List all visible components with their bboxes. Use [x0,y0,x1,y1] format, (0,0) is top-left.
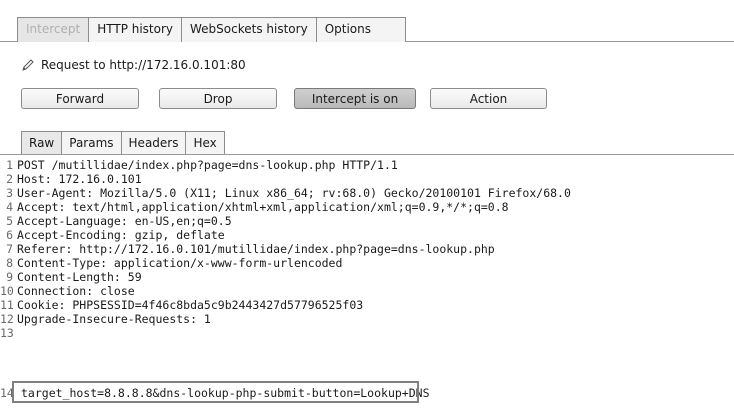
raw-request-editor[interactable]: 1 POST /mutillidae/index.php?page=dns-loo… [0,154,734,418]
header-line: Content-Length: 59 [17,270,142,284]
line-number: 10 [0,284,14,298]
header-line: Content-Type: application/x-www-form-url… [17,256,343,270]
tab-http-history[interactable]: HTTP history [88,17,183,42]
line-number: 8 [6,256,13,270]
line-number: 13 [0,326,14,340]
tab-intercept[interactable]: Intercept [17,17,90,42]
header-line: Cookie: PHPSESSID=4f46c8bda5c9b2443427d5… [17,298,364,312]
line-number: 5 [6,214,13,228]
request-line: POST /mutillidae/index.php?page=dns-look… [17,158,398,172]
main-tabs: Intercept HTTP history WebSockets histor… [17,17,406,42]
line-number: 12 [0,312,14,326]
header-line: Upgrade-Insecure-Requests: 1 [17,312,211,326]
tab-hex[interactable]: Hex [185,131,225,155]
intercept-toggle-button[interactable]: Intercept is on [294,88,416,109]
header-line: Referer: http://172.16.0.101/mutillidae/… [17,242,495,256]
header-line: Accept-Language: en-US,en;q=0.5 [17,214,232,228]
line-number: 9 [6,270,13,284]
message-view-tabs: Raw Params Headers Hex [21,131,225,155]
line-number: 11 [0,298,14,312]
line-number: 6 [6,228,13,242]
line-number: 4 [6,200,13,214]
drop-button[interactable]: Drop [159,88,277,109]
header-line: Connection: close [17,284,135,298]
header-line: Host: 172.16.0.101 [17,172,142,186]
line-number: 1 [6,158,13,172]
tab-headers[interactable]: Headers [120,131,187,155]
forward-button[interactable]: Forward [21,88,139,109]
header-line: User-Agent: Mozilla/5.0 (X11; Linux x86_… [17,186,571,200]
line-number: 7 [6,242,13,256]
header-line: Accept: text/html,application/xhtml+xml,… [17,200,509,214]
request-target-row: Request to http://172.16.0.101:80 [21,58,246,72]
header-line: Accept-Encoding: gzip, deflate [17,228,225,242]
request-body-highlight [12,381,419,403]
tab-options[interactable]: Options [315,17,406,42]
tab-params[interactable]: Params [61,131,122,155]
action-button[interactable]: Action [430,88,547,109]
intercept-toolbar: Forward Drop Intercept is on Action [21,88,547,109]
line-number: 2 [6,172,13,186]
tab-websockets-history[interactable]: WebSockets history [181,17,317,42]
tab-raw[interactable]: Raw [21,131,63,155]
request-target-label: Request to http://172.16.0.101:80 [41,58,246,72]
line-number: 3 [6,186,13,200]
pencil-icon [22,59,34,71]
